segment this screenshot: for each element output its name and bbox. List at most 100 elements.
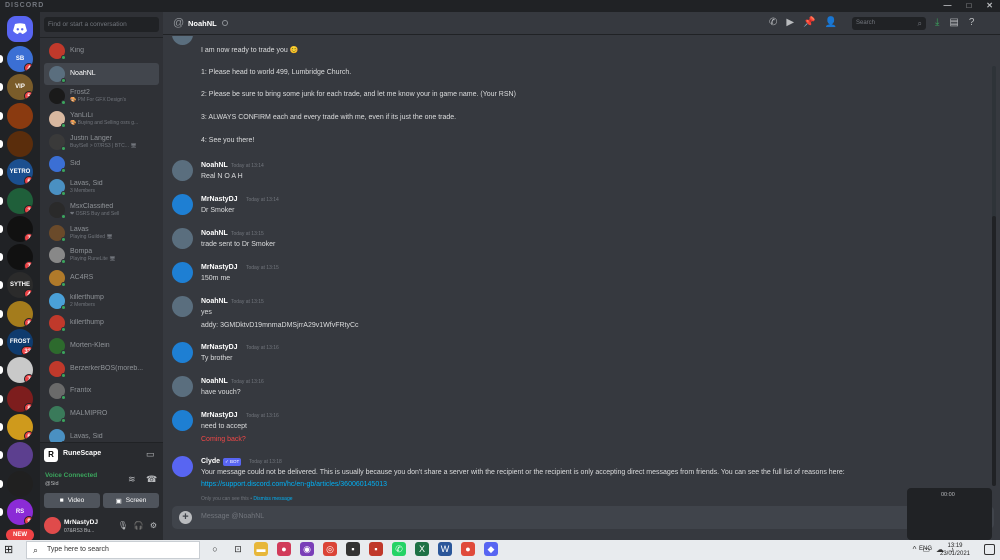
message-author[interactable]: MrNastyDJ	[201, 344, 238, 351]
server-icon[interactable]: 6	[7, 413, 33, 440]
voice-server-name[interactable]: RuneScape	[63, 450, 101, 457]
message-avatar[interactable]	[172, 194, 193, 215]
language-indicator[interactable]: ENG	[919, 546, 932, 552]
clyde-avatar[interactable]	[172, 456, 193, 477]
dm-item[interactable]: King	[44, 40, 159, 63]
message-avatar[interactable]	[172, 36, 193, 45]
task-view-icon[interactable]: ○	[208, 542, 222, 556]
chevron-up-icon[interactable]: ^	[913, 545, 917, 554]
dm-item[interactable]: Lavas Playing Guilded 🖥	[44, 222, 159, 245]
inbox-icon[interactable]: ▤	[949, 17, 958, 28]
dm-item[interactable]: BerzerkerBOS(moreb...	[44, 358, 159, 381]
support-link[interactable]: https://support.discord.com/hc/en-gb/art…	[201, 481, 387, 488]
message-author[interactable]: MrNastyDJ	[201, 196, 238, 203]
noise-suppression-icon[interactable]: ≋	[128, 474, 136, 485]
avatar[interactable]	[44, 517, 61, 534]
app-icon[interactable]: ▪	[369, 542, 383, 556]
dm-item[interactable]: killerthump 2 Members	[44, 290, 159, 313]
dm-item[interactable]: YanLiLi 🎨 Buying and Selling osrs g...	[44, 108, 159, 131]
app-icon[interactable]: ●	[461, 542, 475, 556]
disconnect-icon[interactable]: ☎	[146, 474, 157, 485]
gear-icon[interactable]: ⚙	[150, 521, 157, 530]
dm-item[interactable]: Morten-Klein	[44, 335, 159, 358]
dm-item[interactable]: AC4RS	[44, 267, 159, 290]
minimize-button[interactable]: —	[943, 0, 952, 12]
dm-item[interactable]: Lavas, Sid 3 Members	[44, 176, 159, 199]
maximize-button[interactable]: □	[966, 0, 972, 12]
server-icon[interactable]	[7, 470, 33, 497]
microphone-icon[interactable]: 🎙	[118, 521, 128, 530]
message-avatar[interactable]	[172, 262, 193, 283]
word-icon[interactable]: W	[438, 542, 452, 556]
upload-plus-icon[interactable]: +	[179, 511, 192, 524]
dm-search-input[interactable]: Find or start a conversation	[44, 17, 159, 32]
dm-item[interactable]: Frantix	[44, 380, 159, 403]
help-icon[interactable]: ?	[969, 17, 975, 28]
download-icon[interactable]: ⤓	[935, 17, 939, 28]
dm-item[interactable]: Frost2 🎨 PM For GFX Design's	[44, 85, 159, 108]
server-icon[interactable]	[7, 102, 33, 129]
scrollbar[interactable]	[992, 66, 996, 486]
voice-status[interactable]: Voice Connected	[45, 472, 97, 479]
screen-share-icon[interactable]: ▭	[146, 449, 155, 460]
server-icon[interactable]: YETRO 6	[7, 159, 33, 186]
taskbar-clock[interactable]: 13:19 23/01/2021	[937, 542, 973, 558]
message-avatar[interactable]	[172, 342, 193, 363]
taskbar-search-input[interactable]: ⌕ Type here to search	[26, 541, 200, 559]
message-author[interactable]: MrNastyDJ	[201, 264, 238, 271]
server-icon[interactable]: FROST 33	[7, 329, 33, 355]
screen-button[interactable]: ▣ Screen	[103, 493, 159, 508]
phone-call-icon[interactable]: ✆	[769, 17, 777, 28]
server-icon[interactable]: VIP 5	[7, 74, 33, 101]
message-avatar[interactable]	[172, 296, 193, 317]
message-author[interactable]: NoahNL	[201, 162, 228, 169]
app-icon[interactable]: ▪	[346, 542, 360, 556]
message-composer[interactable]: + Message @NoahNL 🎁 ▦ ▢ ☺	[172, 506, 994, 529]
message-author[interactable]: NoahNL	[201, 298, 228, 305]
dm-item[interactable]: Sid	[44, 153, 159, 176]
widgets-icon[interactable]: ⊡	[231, 542, 245, 556]
message-avatar[interactable]	[172, 228, 193, 249]
server-icon[interactable]: 7	[7, 215, 33, 242]
chrome-icon[interactable]: ◎	[323, 542, 337, 556]
discord-taskbar-icon[interactable]: ◆	[484, 542, 498, 556]
server-icon[interactable]	[7, 130, 33, 157]
server-icon[interactable]: SYTHE 4	[7, 272, 33, 299]
app-icon[interactable]: ●	[277, 542, 291, 556]
whatsapp-icon[interactable]: ✆	[392, 542, 406, 556]
new-unreads-button[interactable]: NEW	[6, 529, 34, 540]
video-call-icon[interactable]: ▶	[786, 17, 794, 28]
composer-placeholder[interactable]: Message @NoahNL	[201, 513, 264, 520]
windows-start-icon[interactable]: ⊞	[4, 543, 18, 557]
message-author[interactable]: MrNastyDJ	[201, 412, 238, 419]
dm-item[interactable]: killerthump	[44, 312, 159, 335]
app-icon[interactable]: ◉	[300, 542, 314, 556]
server-icon[interactable]	[7, 442, 33, 469]
dismiss-message-link[interactable]: Dismiss message	[253, 496, 292, 502]
message-avatar[interactable]	[172, 376, 193, 397]
message-author[interactable]: NoahNL	[201, 378, 228, 385]
message-author[interactable]: Clyde	[201, 458, 220, 465]
close-button[interactable]: ✕	[986, 0, 994, 12]
headphones-icon[interactable]: 🎧	[134, 521, 144, 530]
server-icon[interactable]: 8	[7, 300, 33, 327]
message-author[interactable]: NoahNL	[201, 230, 228, 237]
server-icon[interactable]: SB 4	[7, 46, 33, 72]
server-icon[interactable]: 8	[7, 385, 33, 412]
server-icon[interactable]: 3	[7, 187, 33, 214]
home-button[interactable]	[7, 16, 33, 42]
dm-item[interactable]: MsxClassified ❤ OSRS Buy and Sell	[44, 199, 159, 222]
add-friend-icon[interactable]: 👤	[825, 17, 837, 28]
scroll-thumb[interactable]	[992, 216, 996, 486]
video-button[interactable]: ■ Video	[44, 493, 100, 508]
server-icon[interactable]: RS 9	[7, 498, 33, 525]
message-avatar[interactable]	[172, 160, 193, 181]
file-explorer-icon[interactable]: ▬	[254, 542, 268, 556]
pin-icon[interactable]: 📌	[803, 17, 815, 28]
dm-item[interactable]: NoahNL	[44, 62, 159, 86]
message-avatar[interactable]	[172, 410, 193, 431]
dm-item[interactable]: MALMIPRO	[44, 403, 159, 426]
notifications-icon[interactable]	[984, 544, 995, 555]
server-icon[interactable]: 7	[7, 244, 33, 271]
dm-item[interactable]: Justin Langer Buy/Sell > 07/RS3 | BTC... …	[44, 131, 159, 154]
